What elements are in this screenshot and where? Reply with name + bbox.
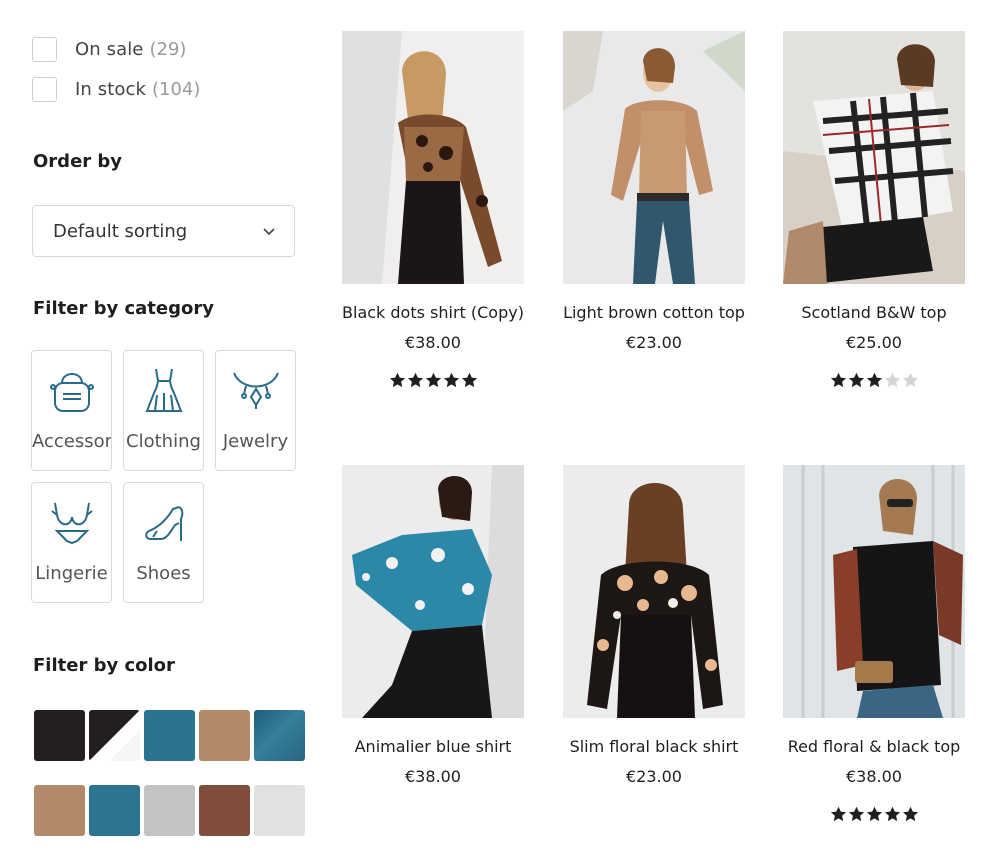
product-title[interactable]: Scotland B&W top: [763, 303, 985, 322]
star-filled-icon: [461, 372, 477, 388]
on-sale-count: 29: [149, 39, 186, 60]
black-white-split-swatch: [89, 710, 140, 761]
product-image[interactable]: [563, 31, 745, 284]
product-price: €23.00: [626, 767, 682, 786]
color-swatch-beige[interactable]: [34, 785, 85, 836]
color-swatch-grey[interactable]: [144, 785, 195, 836]
on-sale-label: On sale: [75, 39, 144, 60]
star-rating: [783, 372, 965, 389]
star-rating: [342, 372, 524, 389]
product-title[interactable]: Slim floral black shirt: [543, 737, 765, 756]
sort-select[interactable]: Default sorting: [32, 205, 295, 257]
filter-category-heading: Filter by category: [33, 298, 214, 319]
high-heel-icon: [144, 506, 183, 541]
color-swatch-teal[interactable]: [89, 785, 140, 836]
product-price: €25.00: [846, 333, 902, 352]
product-image[interactable]: [563, 465, 745, 718]
category-lingerie[interactable]: Lingerie: [31, 482, 112, 603]
star-filled-icon: [866, 372, 882, 388]
category-label: Lingerie: [35, 563, 108, 584]
product-image[interactable]: [342, 31, 524, 284]
necklace-icon: [232, 372, 279, 409]
star-rating: [783, 806, 965, 823]
product-image[interactable]: [783, 31, 965, 284]
color-swatch-black-white[interactable]: [89, 710, 140, 761]
on-sale-checkbox[interactable]: [32, 37, 57, 62]
product-title[interactable]: Red floral & black top: [763, 737, 985, 756]
star-filled-icon: [848, 806, 864, 822]
star-filled-icon: [884, 806, 900, 822]
color-swatch-light-grey[interactable]: [254, 785, 305, 836]
chevron-down-icon: [263, 228, 275, 236]
color-swatch-brown[interactable]: [199, 710, 250, 761]
in-stock-label: In stock: [75, 79, 147, 100]
on-sale-filter[interactable]: On sale 29: [32, 37, 186, 62]
in-stock-count: 104: [152, 79, 200, 100]
color-swatch-blue[interactable]: [144, 710, 195, 761]
category-label: Shoes: [136, 563, 191, 584]
star-filled-icon: [902, 806, 918, 822]
star-filled-icon: [830, 806, 846, 822]
in-stock-checkbox[interactable]: [32, 77, 57, 102]
product-price: €38.00: [405, 767, 461, 786]
star-filled-icon: [407, 372, 423, 388]
star-filled-icon: [848, 372, 864, 388]
filter-color-heading: Filter by color: [33, 655, 175, 676]
star-filled-icon: [443, 372, 459, 388]
color-swatch-black[interactable]: [34, 710, 85, 761]
filter-sidebar: On sale 29 In stock 104 Order by Default…: [0, 0, 320, 852]
color-swatch-blue-pattern[interactable]: [254, 710, 305, 761]
category-label: Jewelry: [222, 431, 289, 452]
category-shoes[interactable]: Shoes: [123, 482, 204, 603]
dress-icon: [145, 368, 182, 412]
in-stock-filter[interactable]: In stock 104: [32, 77, 200, 102]
order-by-heading: Order by: [33, 151, 123, 172]
color-swatch-rust[interactable]: [199, 785, 250, 836]
product-price: €38.00: [846, 767, 902, 786]
category-label: Clothing: [126, 431, 201, 452]
product-title[interactable]: Animalier blue shirt: [322, 737, 544, 756]
sort-select-value: Default sorting: [53, 220, 188, 242]
product-price: €38.00: [405, 333, 461, 352]
category-jewelry[interactable]: Jewelry: [215, 350, 296, 471]
product-image[interactable]: [783, 465, 965, 718]
category-label: Accessori: [32, 431, 111, 452]
bag-icon: [49, 373, 94, 412]
product-image[interactable]: [342, 465, 524, 718]
product-title[interactable]: Light brown cotton top: [543, 303, 765, 322]
star-empty-icon: [884, 372, 900, 388]
star-filled-icon: [830, 372, 846, 388]
star-empty-icon: [902, 372, 918, 388]
star-filled-icon: [425, 372, 441, 388]
category-accessories[interactable]: Accessori: [31, 350, 112, 471]
product-price: €23.00: [626, 333, 682, 352]
star-filled-icon: [866, 806, 882, 822]
category-clothing[interactable]: Clothing: [123, 350, 204, 471]
bra-icon: [50, 502, 93, 545]
product-title[interactable]: Black dots shirt (Copy): [322, 303, 544, 322]
star-filled-icon: [389, 372, 405, 388]
